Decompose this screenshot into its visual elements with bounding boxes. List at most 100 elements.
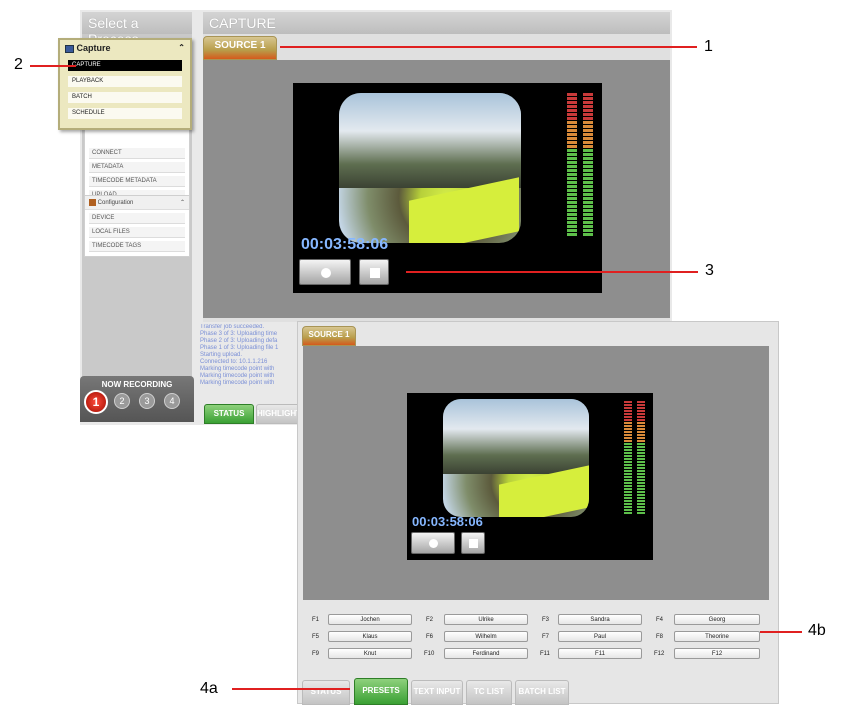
side-item-local-files[interactable]: LOCAL FILES: [89, 226, 185, 238]
vu-meter-left-front: [624, 401, 632, 517]
popup-item-capture[interactable]: CAPTURE: [68, 60, 182, 71]
preset-button-f8[interactable]: Theorine: [674, 631, 760, 642]
video-scene: [339, 93, 521, 188]
callout-line-1: [280, 46, 697, 48]
collapse-chevron-icon: ⌃: [178, 43, 185, 52]
video-frame-front: [443, 399, 589, 517]
collapse-icon: ⌃: [179, 200, 185, 206]
fkey-label-f5: F5: [312, 634, 320, 640]
fkey-label-f12: F12: [654, 651, 665, 657]
tab-batch-list[interactable]: BATCH LIST: [515, 680, 569, 705]
now-recording-panel: NOW RECORDING 1 2 3 4: [80, 376, 194, 422]
preset-button-f1[interactable]: Jochen: [328, 614, 412, 625]
record-icon: [429, 539, 438, 548]
configuration-header[interactable]: Configuration ⌃: [85, 196, 189, 210]
callout-line-3: [406, 271, 698, 273]
recording-source-2[interactable]: 2: [114, 393, 130, 409]
callout-label-4a: 4a: [200, 680, 218, 697]
tab-text-input[interactable]: TEXT INPUT: [411, 680, 463, 705]
popup-item-playback[interactable]: PLAYBACK: [68, 76, 182, 87]
highlight-tab-back[interactable]: HIGHLIGHT: [256, 404, 301, 424]
fkey-label-f8: F8: [656, 634, 664, 640]
preset-button-f6[interactable]: Wilhelm: [444, 631, 528, 642]
log-line: Marking timecode point with: [200, 373, 275, 379]
fkey-label-f10: F10: [424, 651, 435, 657]
log-line: Starting upload.: [200, 352, 243, 358]
tab-presets[interactable]: PRESETS: [354, 678, 408, 705]
preset-button-f9[interactable]: Knut: [328, 648, 412, 659]
source-1-tab[interactable]: SOURCE 1: [203, 36, 277, 60]
tab-tc-list[interactable]: TC LIST: [466, 680, 512, 705]
record-icon: [321, 268, 331, 278]
preset-button-f11[interactable]: F11: [558, 648, 642, 659]
popup-item-schedule[interactable]: SCHEDULE: [68, 108, 182, 119]
callout-label-4b: 4b: [808, 622, 826, 639]
stop-button-front[interactable]: [461, 532, 485, 554]
capture-area: CAPTURE SOURCE 1 00:03:58:06: [203, 12, 670, 322]
tab-status[interactable]: STATUS: [302, 680, 350, 705]
log-line: Transfer job succeeded.: [200, 324, 265, 330]
fkey-label-f4: F4: [656, 617, 664, 623]
log-line: Phase 1 of 3: Uploading file 1: [200, 345, 279, 351]
callout-label-1: 1: [704, 38, 713, 55]
recording-source-3[interactable]: 3: [139, 393, 155, 409]
recording-source-4[interactable]: 4: [164, 393, 180, 409]
vu-meter-right: [583, 93, 593, 239]
timecode-display: 00:03:58:06: [301, 236, 389, 253]
preset-button-f10[interactable]: Ferdinand: [444, 648, 528, 659]
video-scene-front: [443, 399, 589, 474]
source-1-tab-front[interactable]: SOURCE 1: [302, 326, 356, 346]
capture-icon: [65, 44, 74, 53]
capture-header: CAPTURE: [203, 12, 670, 34]
preset-button-f12[interactable]: F12: [674, 648, 760, 659]
callout-line-4a: [232, 688, 350, 690]
stop-button[interactable]: [359, 259, 389, 285]
capture-popup-title: Capture: [76, 43, 111, 53]
select-process-header: Select a Process: [82, 12, 192, 47]
side-item-timecode-metadata[interactable]: TIMECODE METADATA: [89, 175, 185, 187]
vu-meter-right-front: [637, 401, 645, 517]
callout-label-2: 2: [14, 56, 23, 73]
fkey-label-f11: F11: [540, 651, 550, 657]
configuration-panel: Configuration ⌃ DEVICE LOCAL FILES TIMEC…: [84, 195, 190, 257]
side-item-metadata[interactable]: METADATA: [89, 161, 185, 173]
status-tab-back[interactable]: STATUS: [204, 404, 254, 424]
capture-popup-header[interactable]: Capture ⌃: [60, 40, 190, 56]
popup-item-batch[interactable]: BATCH: [68, 92, 182, 103]
video-preview-panel: 00:03:58:06: [293, 83, 602, 293]
preset-button-f4[interactable]: Georg: [674, 614, 760, 625]
log-line: Connected to: 10.1.1.216: [200, 359, 268, 365]
fkey-label-f7: F7: [542, 634, 550, 640]
log-line: Phase 2 of 3: Uploading defa: [200, 338, 278, 344]
capture-popup: Capture ⌃ CAPTURE PLAYBACK BATCH SCHEDUL…: [58, 38, 192, 130]
video-frame: [339, 93, 521, 243]
capture-side-panel: CONNECT METADATA TIMECODE METADATA UPLOA…: [84, 124, 190, 201]
record-button[interactable]: [299, 259, 351, 285]
side-item-connect[interactable]: CONNECT: [89, 147, 185, 159]
side-item-device[interactable]: DEVICE: [89, 212, 185, 224]
preset-button-f7[interactable]: Paul: [558, 631, 642, 642]
callout-line-2: [30, 65, 76, 67]
timecode-display-front: 00:03:58:06: [412, 514, 483, 529]
recording-source-1[interactable]: 1: [84, 390, 108, 414]
now-recording-label: NOW RECORDING: [101, 380, 173, 389]
fkey-label-f6: F6: [426, 634, 434, 640]
configuration-icon: [89, 199, 96, 206]
preset-button-f5[interactable]: Klaus: [328, 631, 412, 642]
callout-label-3: 3: [705, 262, 714, 279]
stop-icon: [469, 539, 478, 548]
status-log: Transfer job succeeded. Phase 3 of 3: Up…: [200, 324, 300, 402]
preset-button-f3[interactable]: Sandra: [558, 614, 642, 625]
callout-line-4b: [760, 631, 802, 633]
fkey-label-f2: F2: [426, 617, 434, 623]
side-item-timecode-tags[interactable]: TIMECODE TAGS: [89, 240, 185, 252]
log-line: Marking timecode point with: [200, 380, 275, 386]
fkey-label-f9: F9: [312, 651, 320, 657]
fkey-label-f3: F3: [542, 617, 550, 623]
configuration-title: Configuration: [97, 200, 134, 207]
stop-icon: [370, 268, 380, 278]
log-line: Phase 3 of 3: Uploading time: [200, 331, 278, 337]
front-window: SOURCE 1 00:03:58:06 F1 Jochen F2 Ulrike…: [297, 321, 779, 705]
record-button-front[interactable]: [411, 532, 455, 554]
preset-button-f2[interactable]: Ulrike: [444, 614, 528, 625]
